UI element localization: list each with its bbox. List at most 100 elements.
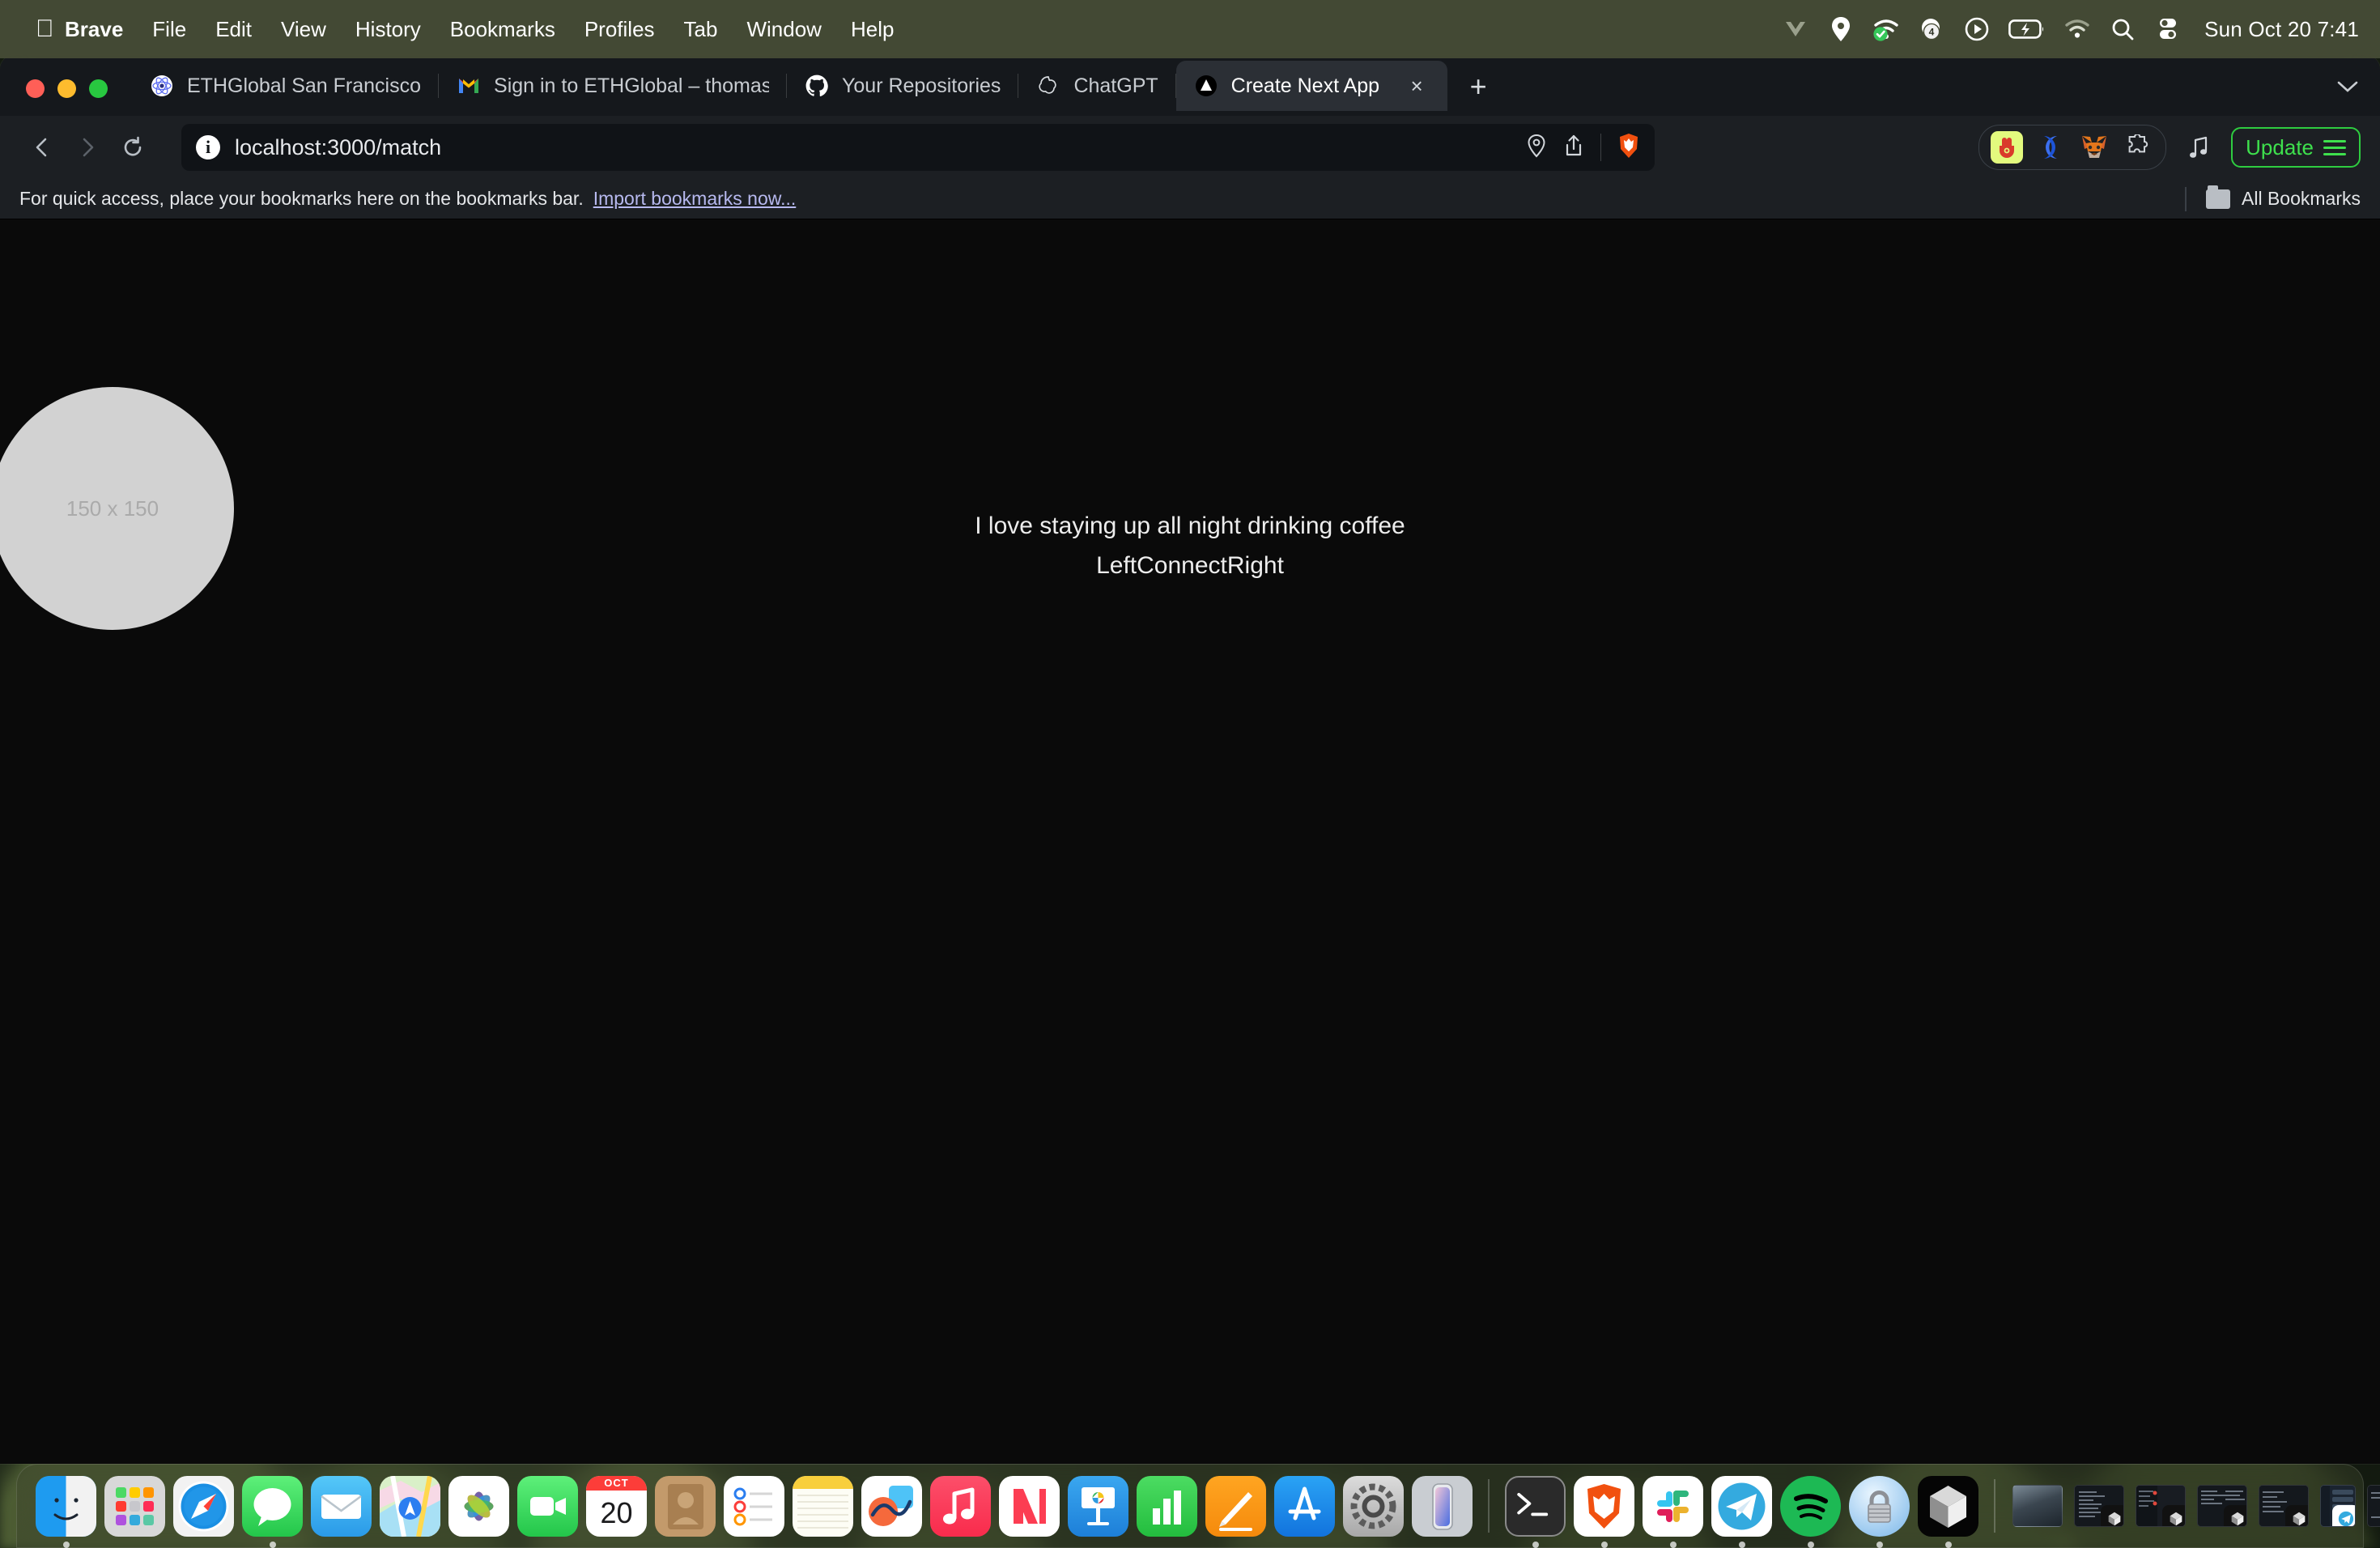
address-bar[interactable]: i localhost:3000/match: [181, 124, 1655, 171]
wifi-icon[interactable]: [2063, 15, 2091, 43]
dock-item-iphone-mirroring[interactable]: [1412, 1475, 1473, 1537]
tab-sign-in-to-ethglobal[interactable]: Sign in to ETHGlobal – thomasr92: [439, 61, 788, 111]
metamask-fox-icon[interactable]: [2078, 131, 2110, 164]
dock-item-reminders[interactable]: [724, 1475, 784, 1537]
update-button[interactable]: Update: [2231, 127, 2361, 168]
play-circle-icon[interactable]: [1963, 15, 1991, 43]
dock-item-maps[interactable]: [380, 1475, 440, 1537]
battery-charging-icon[interactable]: [2008, 15, 2046, 43]
dock-item-notes[interactable]: [793, 1475, 853, 1537]
minimized-window-code-1[interactable]: [2074, 1485, 2124, 1527]
minimized-window-code-4[interactable]: [2259, 1485, 2309, 1527]
dock-item-pages[interactable]: [1205, 1475, 1266, 1537]
raycast-icon[interactable]: [1827, 15, 1855, 43]
menu-item-history[interactable]: History: [341, 19, 436, 40]
menu-item-view[interactable]: View: [266, 19, 341, 40]
vercel-icon[interactable]: [1782, 15, 1809, 43]
dock-item-numbers[interactable]: [1137, 1475, 1197, 1537]
brave-shields-icon[interactable]: [1617, 133, 1640, 163]
calendar-day: 20: [600, 1496, 633, 1529]
dock-item-photos[interactable]: [448, 1475, 509, 1537]
dock-item-keynote[interactable]: [1068, 1475, 1128, 1537]
menu-bar-clock[interactable]: Sun Oct 20 7:41: [2199, 17, 2359, 42]
dock-separator: [1488, 1479, 1490, 1533]
page-content-text: I love staying up all night drinking cof…: [0, 507, 2380, 585]
dock-item-music[interactable]: [930, 1475, 991, 1537]
tab-your-repositories[interactable]: Your Repositories: [787, 61, 1019, 111]
dock-item-telegram[interactable]: [1711, 1475, 1772, 1548]
brave-browser-window: ETHGlobal San Francisco Sign in to ETHGl…: [0, 55, 2380, 1464]
chevron-down-icon[interactable]: [2327, 66, 2369, 108]
apple-logo-icon[interactable]: : [21, 17, 54, 41]
info-circle-icon[interactable]: i: [196, 135, 220, 159]
minimized-window-telegram[interactable]: [2320, 1485, 2356, 1527]
dock-item-brave-browser[interactable]: [1574, 1475, 1634, 1548]
minimized-window-code-3[interactable]: [2197, 1485, 2247, 1527]
dock-item-keychain-access[interactable]: [1849, 1475, 1910, 1548]
page-text-line-1: I love staying up all night drinking cof…: [975, 512, 1405, 539]
control-center-icon[interactable]: [2154, 15, 2182, 43]
menu-item-file[interactable]: File: [138, 19, 201, 40]
menu-item-help[interactable]: Help: [836, 19, 908, 40]
import-bookmarks-link[interactable]: Import bookmarks now...: [593, 188, 797, 210]
music-note-icon[interactable]: [2182, 131, 2215, 164]
share-icon[interactable]: [1563, 134, 1584, 162]
dock-item-messages[interactable]: [242, 1475, 303, 1548]
numbers-icon: [1137, 1475, 1197, 1537]
dock-item-freeform[interactable]: [861, 1475, 922, 1537]
menu-item-tab[interactable]: Tab: [669, 19, 733, 40]
terminal-icon: [1505, 1475, 1566, 1537]
notification-badge-4-icon[interactable]: 4: [1918, 15, 1945, 43]
dock-item-facetime[interactable]: [517, 1475, 578, 1537]
tab-strip: ETHGlobal San Francisco Sign in to ETHGl…: [0, 55, 2380, 116]
github-icon: [805, 74, 829, 98]
forward-arrow-icon[interactable]: [65, 125, 110, 170]
tab-create-next-app[interactable]: Create Next App ×: [1175, 61, 1448, 111]
tab-ethglobal-san-francisco[interactable]: ETHGlobal San Francisco: [132, 61, 440, 111]
dock-item-launchpad[interactable]: [104, 1475, 165, 1537]
spotlight-search-icon[interactable]: [2109, 15, 2136, 43]
location-pin-icon[interactable]: [1526, 134, 1547, 162]
reload-icon[interactable]: [110, 125, 155, 170]
menu-item-window[interactable]: Window: [732, 19, 835, 40]
dock-item-contacts[interactable]: [655, 1475, 716, 1537]
minimized-window-code-2[interactable]: [2136, 1485, 2186, 1527]
dock-item-news[interactable]: [999, 1475, 1060, 1537]
update-label: Update: [2246, 134, 2314, 159]
wifi-signal-green-check-icon[interactable]: [1872, 15, 1900, 43]
new-tab-button[interactable]: +: [1457, 66, 1499, 108]
dock-item-slack[interactable]: [1643, 1475, 1703, 1548]
menu-item-edit[interactable]: Edit: [201, 19, 266, 40]
url-text[interactable]: localhost:3000/match: [235, 135, 1511, 160]
maximize-window-button[interactable]: [89, 79, 108, 98]
coinbase-wallet-icon[interactable]: [2034, 131, 2067, 164]
dock-item-finder[interactable]: [36, 1475, 96, 1548]
close-tab-button[interactable]: ×: [1404, 73, 1430, 99]
all-bookmarks-button[interactable]: All Bookmarks: [2185, 185, 2361, 211]
cursor-editor-icon: [1918, 1475, 1978, 1537]
hamburger-menu-icon[interactable]: [2323, 139, 2346, 155]
dock-item-system-settings[interactable]: [1343, 1475, 1404, 1537]
dock-item-terminal[interactable]: [1505, 1475, 1566, 1548]
dock-item-spotify[interactable]: [1780, 1475, 1841, 1548]
dock-item-mail[interactable]: [311, 1475, 372, 1537]
rabby-wallet-icon[interactable]: [1991, 131, 2024, 164]
messages-icon: [242, 1475, 303, 1537]
dock-item-cursor-editor[interactable]: [1918, 1475, 1978, 1548]
minimize-window-button[interactable]: [57, 79, 76, 98]
running-indicator: [269, 1541, 276, 1548]
tab-chatgpt[interactable]: ChatGPT: [1018, 61, 1176, 111]
dock-item-safari[interactable]: [173, 1475, 234, 1537]
menu-item-brave[interactable]: Brave: [50, 19, 138, 40]
dock-item-app-store[interactable]: [1274, 1475, 1335, 1537]
dock-item-calendar[interactable]: OCT 20: [586, 1475, 647, 1537]
minimized-window-photo[interactable]: [2012, 1485, 2063, 1527]
extensions-puzzle-icon[interactable]: [2122, 131, 2154, 164]
menu-item-bookmarks[interactable]: Bookmarks: [436, 19, 570, 40]
back-arrow-icon[interactable]: [19, 125, 65, 170]
minimized-window-code-5[interactable]: [2367, 1485, 2380, 1527]
close-window-button[interactable]: [26, 79, 45, 98]
mail-icon: [311, 1475, 372, 1537]
running-indicator: [1738, 1541, 1745, 1548]
menu-item-profiles[interactable]: Profiles: [570, 19, 669, 40]
